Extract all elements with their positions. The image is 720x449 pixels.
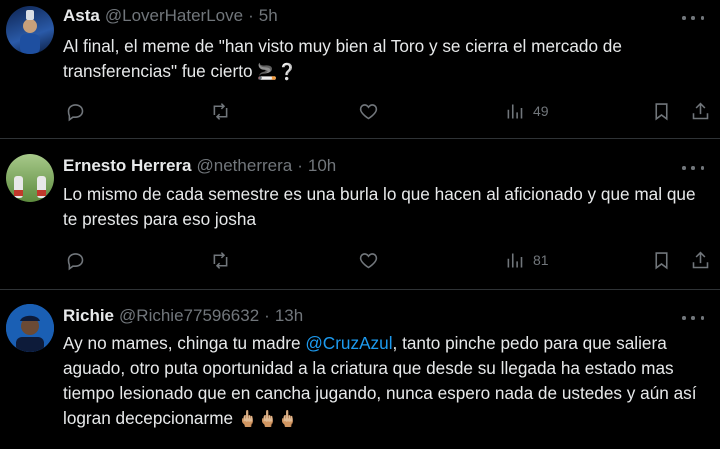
- tweet-text-before: Ay no mames, chinga tu madre: [63, 333, 306, 353]
- views-button[interactable]: 81: [504, 248, 549, 272]
- more-icon[interactable]: [682, 15, 704, 21]
- user-handle[interactable]: @netherrera: [197, 156, 293, 176]
- share-icon: [692, 102, 709, 119]
- bookmark-button[interactable]: [651, 99, 672, 123]
- separator-dot: ·: [264, 306, 270, 325]
- tweet-text-content: Lo mismo de cada semestre es una burla l…: [63, 184, 696, 229]
- tweet-text: Ay no mames, chinga tu madre @CruzAzul, …: [63, 331, 708, 432]
- avatar[interactable]: [6, 304, 54, 352]
- tweet-text: Lo mismo de cada semestre es una burla l…: [63, 182, 713, 232]
- heart-icon: [359, 103, 378, 119]
- action-bar: 49: [0, 99, 720, 123]
- user-handle[interactable]: @Richie77596632: [119, 306, 259, 326]
- views-icon: [507, 104, 523, 118]
- display-name[interactable]: Richie: [63, 306, 114, 326]
- views-count: 81: [533, 252, 549, 268]
- display-name[interactable]: Asta: [63, 6, 100, 26]
- like-button[interactable]: [358, 99, 379, 123]
- avatar-image: [6, 304, 54, 352]
- comment-icon: [67, 252, 84, 270]
- avatar[interactable]: [6, 154, 54, 202]
- share-button[interactable]: [690, 248, 711, 272]
- like-button[interactable]: [358, 248, 379, 272]
- tweet-emoji: 🖕🏼🖕🏼🖕🏼: [237, 411, 298, 428]
- retweet-button[interactable]: [210, 99, 231, 123]
- tweet-emoji: 🚬❔: [257, 64, 298, 81]
- retweet-button[interactable]: [210, 248, 231, 272]
- retweet-icon: [213, 102, 228, 120]
- display-name[interactable]: Ernesto Herrera: [63, 156, 192, 176]
- timestamp[interactable]: 5h: [259, 6, 278, 26]
- mention-link[interactable]: @CruzAzul: [305, 333, 392, 353]
- tweet-richie[interactable]: Richie @Richie77596632 · 13h Ay no mames…: [0, 289, 720, 449]
- tweet-text: Al final, el meme de "han visto muy bien…: [63, 34, 713, 85]
- action-bar: 81: [0, 248, 720, 272]
- share-icon: [692, 251, 709, 268]
- tweet-ernesto[interactable]: Ernesto Herrera @netherrera · 10h Lo mis…: [0, 138, 720, 290]
- more-icon[interactable]: [682, 165, 704, 171]
- separator-dot: ·: [297, 156, 303, 175]
- comment-icon: [67, 103, 84, 121]
- bookmark-button[interactable]: [651, 248, 672, 272]
- views-icon: [507, 253, 523, 267]
- reply-button[interactable]: [65, 248, 86, 272]
- tweet-text-content: Al final, el meme de "han visto muy bien…: [63, 36, 622, 81]
- bookmark-icon: [655, 102, 668, 121]
- more-icon[interactable]: [682, 315, 704, 321]
- retweet-icon: [213, 251, 228, 269]
- avatar[interactable]: [6, 6, 54, 54]
- views-button[interactable]: 49: [504, 99, 549, 123]
- reply-button[interactable]: [65, 99, 86, 123]
- timestamp[interactable]: 10h: [308, 156, 336, 176]
- avatar-image: [14, 176, 46, 198]
- bookmark-icon: [655, 251, 668, 270]
- views-count: 49: [533, 103, 549, 119]
- separator-dot: ·: [248, 6, 254, 25]
- timestamp[interactable]: 13h: [275, 306, 303, 326]
- share-button[interactable]: [690, 99, 711, 123]
- user-handle[interactable]: @LoverHaterLove: [105, 6, 243, 26]
- heart-icon: [359, 252, 378, 268]
- avatar-image: [20, 10, 40, 54]
- tweet-asta[interactable]: Asta @LoverHaterLove · 5h Al final, el m…: [0, 0, 720, 139]
